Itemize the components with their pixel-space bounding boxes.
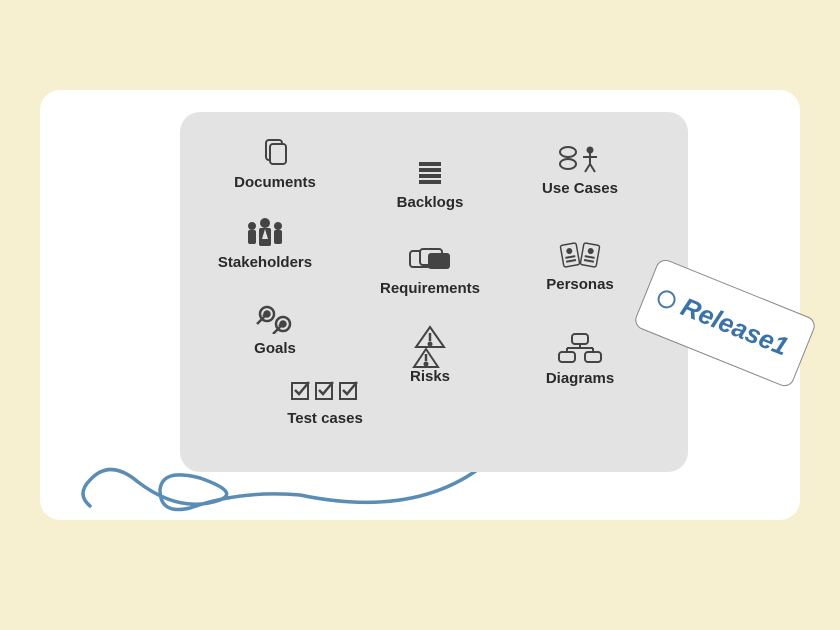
usecases-label: Use Cases xyxy=(515,180,645,197)
item-requirements: Requirements xyxy=(365,242,495,297)
item-personas: Personas xyxy=(515,238,645,293)
release-tag-label: Release1 xyxy=(677,291,793,362)
goals-label: Goals xyxy=(210,340,340,357)
documents-label: Documents xyxy=(210,174,340,191)
stakeholders-icon xyxy=(200,216,330,250)
personas-label: Personas xyxy=(515,276,645,293)
artifact-panel: Documents Backlogs Use Cases xyxy=(180,112,688,472)
backlogs-label: Backlogs xyxy=(365,194,495,211)
documents-icon xyxy=(210,136,340,170)
item-diagrams: Diagrams xyxy=(515,332,645,387)
diagrams-label: Diagrams xyxy=(515,370,645,387)
usecases-icon xyxy=(515,142,645,176)
diagrams-icon xyxy=(515,332,645,366)
requirements-label: Requirements xyxy=(365,280,495,297)
requirements-icon xyxy=(365,242,495,276)
stakeholders-label: Stakeholders xyxy=(200,254,330,271)
item-stakeholders: Stakeholders xyxy=(200,216,330,271)
item-risks: Risks xyxy=(365,330,495,385)
goals-icon xyxy=(210,302,340,336)
item-goals: Goals xyxy=(210,302,340,357)
risks-icon xyxy=(365,330,495,364)
item-usecases: Use Cases xyxy=(515,142,645,197)
risks-label: Risks xyxy=(365,368,495,385)
testcases-label: Test cases xyxy=(260,410,390,427)
backlogs-icon xyxy=(365,156,495,190)
item-backlogs: Backlogs xyxy=(365,156,495,211)
main-card: Documents Backlogs Use Cases xyxy=(40,90,800,520)
personas-icon xyxy=(515,238,645,272)
item-documents: Documents xyxy=(210,136,340,191)
